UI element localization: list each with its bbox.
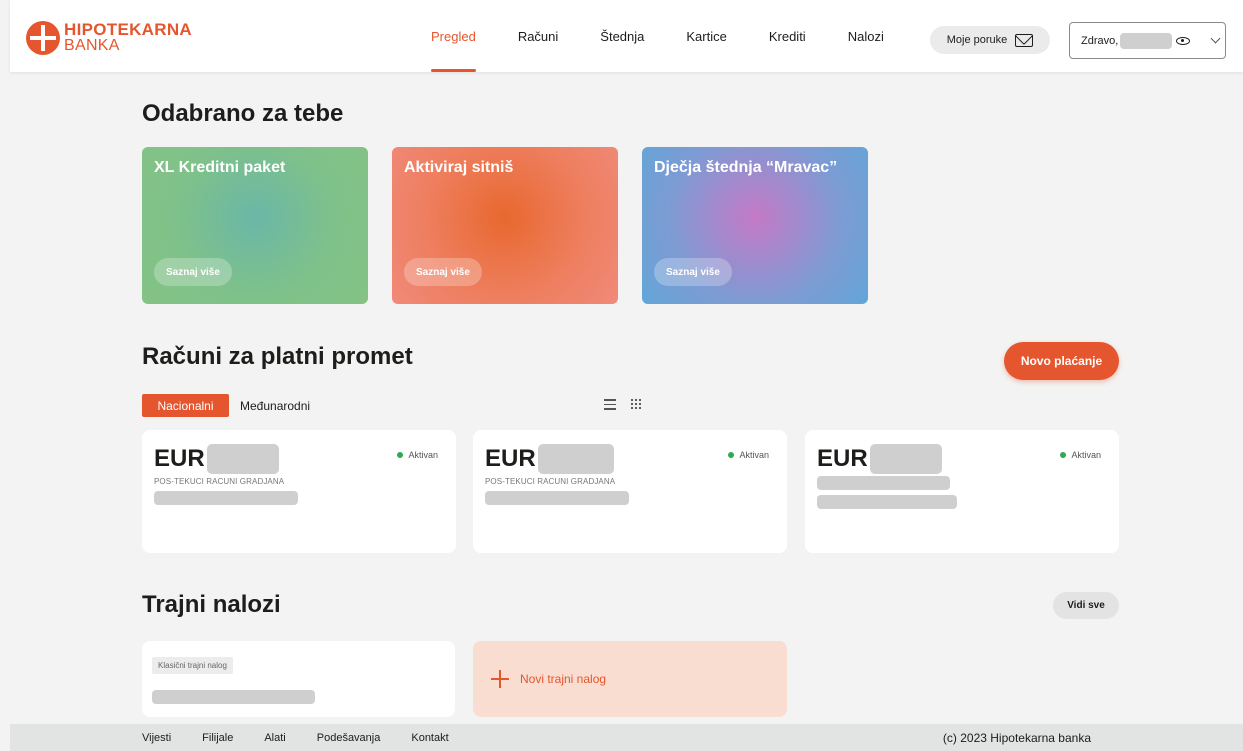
new-standing-order-label: Novi trajni nalog [520,672,607,686]
accounts-section-title: Računi za platni promet [142,343,413,370]
learn-more-button[interactable]: Saznaj više [404,258,482,286]
account-card[interactable]: EUR Aktivan POS-TEKUCI RACUNI GRADJANA [142,430,456,553]
redacted-account-number [206,444,279,474]
redacted-account-number [869,444,942,474]
copyright-text: (c) 2023 Hipotekarna banka [942,730,1091,745]
eye-icon[interactable] [1176,36,1191,45]
my-messages-button[interactable]: Moje poruke [930,26,1050,54]
learn-more-button[interactable]: Saznaj više [154,258,232,286]
account-type: POS-TEKUCI RACUNI GRADJANA [485,477,616,486]
mail-icon [1015,33,1034,47]
my-messages-label: Moje poruke [946,34,1008,46]
redacted-user-name [1120,32,1173,49]
see-all-button[interactable]: Vidi sve [1053,592,1119,619]
status-badge: Aktivan [397,450,438,460]
tab-international[interactable]: Međunarodni [240,394,310,417]
redacted-account-detail [817,495,957,509]
footer-link-news[interactable]: Vijesti [142,732,171,744]
nav-item-nalozi[interactable]: Nalozi [827,0,905,72]
logo-cross-icon [26,21,60,55]
status-badge: Aktivan [728,450,769,460]
new-payment-button[interactable]: Novo plaćanje [1004,342,1119,380]
chevron-down-icon [1210,33,1221,44]
footer-link-settings[interactable]: Podešavanja [317,732,381,744]
redacted-account-number [537,444,614,474]
footer-link-contact[interactable]: Kontakt [411,732,448,744]
list-view-icon[interactable] [604,399,616,410]
promos-section-title: Odabrano za tebe [142,100,344,127]
promo-card-kids-savings[interactable]: Dječja štednja “Mravac” Saznaj više [642,147,868,304]
user-menu-dropdown[interactable]: Zdravo, [1069,22,1226,59]
nav-item-krediti[interactable]: Krediti [748,0,827,72]
logo-name-line1: HIPOTEKARNA [64,20,192,39]
status-badge: Aktivan [1060,450,1101,460]
plus-icon [491,670,509,688]
redacted-account-detail [485,491,629,505]
redacted-account-detail [154,491,298,505]
nav-item-kartice[interactable]: Kartice [665,0,747,72]
bank-logo[interactable]: HIPOTEKARNA BANKA [26,20,192,56]
account-card[interactable]: EUR Aktivan [805,430,1119,553]
tab-national[interactable]: Nacionalni [142,394,229,417]
nav-item-racuni[interactable]: Računi [497,0,579,72]
promo-card-activate-change[interactable]: Aktiviraj sitniš Saznaj više [392,147,618,304]
promo-card-title: Dječja štednja “Mravac” [654,159,838,176]
learn-more-button[interactable]: Saznaj više [654,258,732,286]
footer-link-branches[interactable]: Filijale [202,732,233,744]
account-card[interactable]: EUR Aktivan POS-TEKUCI RACUNI GRADJANA [473,430,787,553]
standing-orders-section-title: Trajni nalozi [142,591,281,618]
redacted-order-detail [152,690,315,704]
nav-item-stednja[interactable]: Štednja [579,0,665,72]
top-header: HIPOTEKARNA BANKA Pregled Računi Štednja… [10,0,1243,72]
account-currency: EUR [154,445,205,472]
grid-view-icon[interactable] [630,398,641,409]
new-standing-order-button[interactable]: Novi trajni nalog [473,641,787,717]
promo-card-title: Aktiviraj sitniš [404,159,514,176]
footer-links: Vijesti Filijale Alati Podešavanja Konta… [142,732,480,744]
footer-link-tools[interactable]: Alati [264,732,285,744]
logo-name-line2: BANKA [64,37,120,54]
footer: Vijesti Filijale Alati Podešavanja Konta… [10,724,1243,751]
promo-card-title: XL Kreditni paket [154,159,286,176]
account-currency: EUR [817,445,868,472]
account-type: POS-TEKUCI RACUNI GRADJANA [154,477,285,486]
greeting-label: Zdravo, [1081,34,1119,47]
promo-card-xl-credit[interactable]: XL Kreditni paket Saznaj više [142,147,368,304]
redacted-account-type [817,476,950,490]
account-currency: EUR [485,445,536,472]
standing-order-card[interactable]: Klasični trajni nalog [142,641,455,717]
order-type-tag: Klasični trajni nalog [152,657,233,674]
nav-item-pregled[interactable]: Pregled [410,0,497,72]
main-nav: Pregled Računi Štednja Kartice Krediti N… [410,0,905,72]
